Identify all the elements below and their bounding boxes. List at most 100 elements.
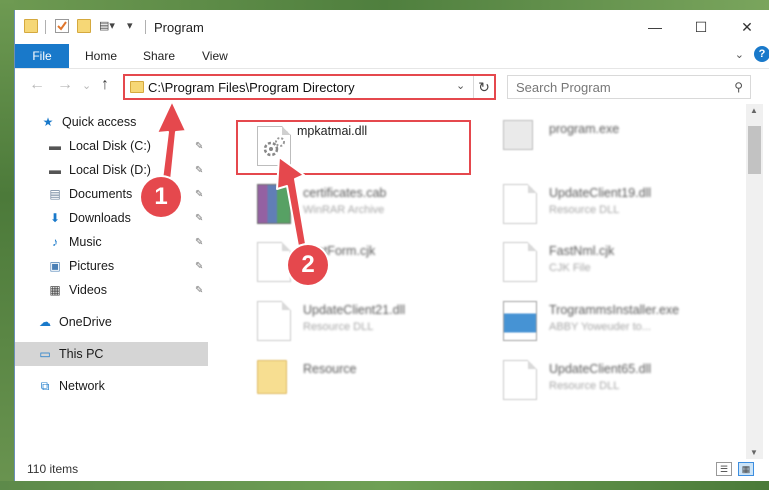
- large-icons-view-button[interactable]: ▦: [738, 462, 754, 476]
- scroll-up-icon[interactable]: ▲: [750, 106, 758, 115]
- file-list: mpkatmai.dll certificates.cab WinRAR Arc…: [215, 104, 745, 459]
- sidebar-item-onedrive[interactable]: ☁ OneDrive: [15, 310, 208, 334]
- customize-quick-access-icon[interactable]: ▤▾: [99, 19, 115, 33]
- search-input[interactable]: [508, 76, 718, 98]
- file-name: UpdateClient65.dll: [549, 362, 652, 376]
- cloud-icon: ☁: [39, 315, 51, 329]
- maximize-button[interactable]: ☐: [678, 10, 724, 44]
- tab-home[interactable]: Home: [85, 49, 117, 63]
- sidebar-item-label: Music: [69, 235, 102, 249]
- file-item[interactable]: Resource: [237, 354, 477, 404]
- refresh-button[interactable]: ↻: [473, 76, 494, 98]
- folder-icon: [257, 360, 287, 394]
- status-bar: 110 items ☰ ▦: [15, 459, 769, 481]
- dll-gear-icon: [257, 301, 291, 341]
- sidebar-item-quick-access[interactable]: ★ Quick access: [15, 110, 208, 134]
- forward-button[interactable]: →: [57, 76, 73, 94]
- file-item[interactable]: program.exe: [483, 114, 723, 164]
- search-icon[interactable]: ⚲: [734, 80, 743, 94]
- sidebar-item-local-disk-d[interactable]: ▬ Local Disk (D:) ✎: [15, 158, 208, 182]
- sidebar-item-local-disk-c[interactable]: ▬ Local Disk (C:) ✎: [15, 134, 208, 158]
- file-type: WinRAR Archive: [303, 204, 385, 216]
- item-count: 110 items: [27, 462, 79, 476]
- file-item[interactable]: TrogrammsInstaller.exe ABBY Yoweuder to.…: [483, 295, 723, 345]
- tab-view[interactable]: View: [202, 49, 228, 63]
- search-box[interactable]: ⚲: [507, 75, 751, 99]
- sidebar-item-label: Local Disk (C:): [69, 139, 151, 153]
- file-item[interactable]: UpdateClient65.dll Resource DLL: [483, 354, 723, 404]
- winrar-icon: [257, 184, 291, 224]
- file-name: UpdateClient21.dll: [303, 303, 406, 317]
- exe-icon: [503, 120, 533, 150]
- file-type: Resource DLL: [549, 380, 620, 392]
- sidebar-item-this-pc[interactable]: ▭ This PC: [15, 342, 208, 366]
- pin-icon: ✎: [195, 188, 204, 200]
- window-title: Program: [154, 20, 204, 35]
- navigation-bar: ← → ⌄ ↑ C:\Program Files\Program Directo…: [15, 68, 769, 104]
- sidebar-item-videos[interactable]: ▦ Videos ✎: [15, 278, 208, 302]
- address-bar[interactable]: C:\Program Files\Program Directory ⌄ ↻: [123, 74, 496, 100]
- tab-file[interactable]: File: [15, 44, 69, 68]
- file-item[interactable]: UpdateClient19.dll Resource DLL: [483, 178, 723, 228]
- up-button[interactable]: ↑: [101, 76, 109, 94]
- vertical-scrollbar[interactable]: ▲ ▼: [746, 104, 763, 459]
- pin-icon: ✎: [195, 212, 204, 224]
- file-type: Resource DLL: [303, 321, 374, 333]
- download-icon: ⬇: [49, 211, 61, 225]
- details-view-button[interactable]: ☰: [716, 462, 732, 476]
- properties-icon[interactable]: [55, 19, 69, 33]
- file-icon: [257, 242, 291, 282]
- file-icon: [503, 184, 537, 224]
- expand-ribbon-icon[interactable]: ⌄: [735, 48, 744, 61]
- sidebar-item-label: This PC: [59, 347, 104, 361]
- scroll-down-icon[interactable]: ▼: [750, 448, 758, 457]
- file-name: Resource: [303, 362, 357, 376]
- file-item[interactable]: mpkatmai.dll: [237, 120, 477, 170]
- ribbon: File Home Share View ⌄ ?: [15, 44, 769, 68]
- back-button[interactable]: ←: [29, 76, 45, 94]
- music-icon: ♪: [52, 235, 58, 249]
- file-name: FastNml.cjk: [549, 244, 615, 258]
- desktop-background-bottom: [0, 481, 769, 490]
- file-item[interactable]: UpdateClient21.dll Resource DLL: [237, 295, 477, 345]
- sidebar-item-network[interactable]: ⧉ Network: [15, 374, 208, 398]
- callout-badge-1: 1: [141, 177, 181, 217]
- help-icon[interactable]: ?: [754, 46, 769, 62]
- file-item[interactable]: certificates.cab WinRAR Archive: [237, 178, 477, 228]
- pictures-icon: ▣: [49, 259, 61, 273]
- pin-icon: ✎: [195, 236, 204, 248]
- file-name: mpkatmai.dll: [297, 124, 368, 138]
- drive-icon: ▬: [49, 139, 61, 153]
- pin-icon: ✎: [195, 140, 204, 152]
- recent-locations-button[interactable]: ⌄: [82, 79, 91, 92]
- new-folder-icon[interactable]: [77, 19, 91, 33]
- sidebar-item-label: Documents: [69, 187, 133, 201]
- explorer-window: ▤▾ ▾ Program — ☐ ✕ File Home Share View …: [14, 10, 769, 481]
- sidebar-item-label: OneDrive: [59, 315, 112, 329]
- tab-share[interactable]: Share: [143, 49, 175, 63]
- sidebar-item-label: Quick access: [62, 115, 137, 129]
- sidebar-item-music[interactable]: ♪ Music ✎: [15, 230, 208, 254]
- file-item[interactable]: FastForm.cjk: [237, 236, 477, 286]
- computer-icon: ▭: [39, 347, 51, 361]
- address-path[interactable]: C:\Program Files\Program Directory: [148, 80, 355, 95]
- chevron-down-icon[interactable]: ▾: [127, 19, 141, 33]
- separator: [45, 20, 46, 34]
- sidebar-item-label: Pictures: [69, 259, 115, 273]
- scrollbar-thumb[interactable]: [748, 126, 761, 174]
- folder-icon: [24, 19, 38, 33]
- desktop-background-top: [0, 0, 769, 10]
- file-type: CJK File: [549, 262, 591, 274]
- sidebar-item-label: Downloads: [69, 211, 131, 225]
- close-button[interactable]: ✕: [724, 10, 769, 44]
- file-name: UpdateClient19.dll: [549, 186, 652, 200]
- pin-icon: ✎: [195, 284, 204, 296]
- sidebar-item-downloads[interactable]: ⬇ Downloads ✎: [15, 206, 208, 230]
- address-dropdown-icon[interactable]: ⌄: [456, 79, 465, 92]
- file-type: ABBY Yoweuder to...: [549, 321, 651, 333]
- installer-icon: [503, 301, 537, 341]
- sidebar-item-pictures[interactable]: ▣ Pictures ✎: [15, 254, 208, 278]
- file-item[interactable]: FastNml.cjk CJK File: [483, 236, 723, 286]
- folder-icon: [130, 81, 144, 93]
- minimize-button[interactable]: —: [632, 10, 678, 44]
